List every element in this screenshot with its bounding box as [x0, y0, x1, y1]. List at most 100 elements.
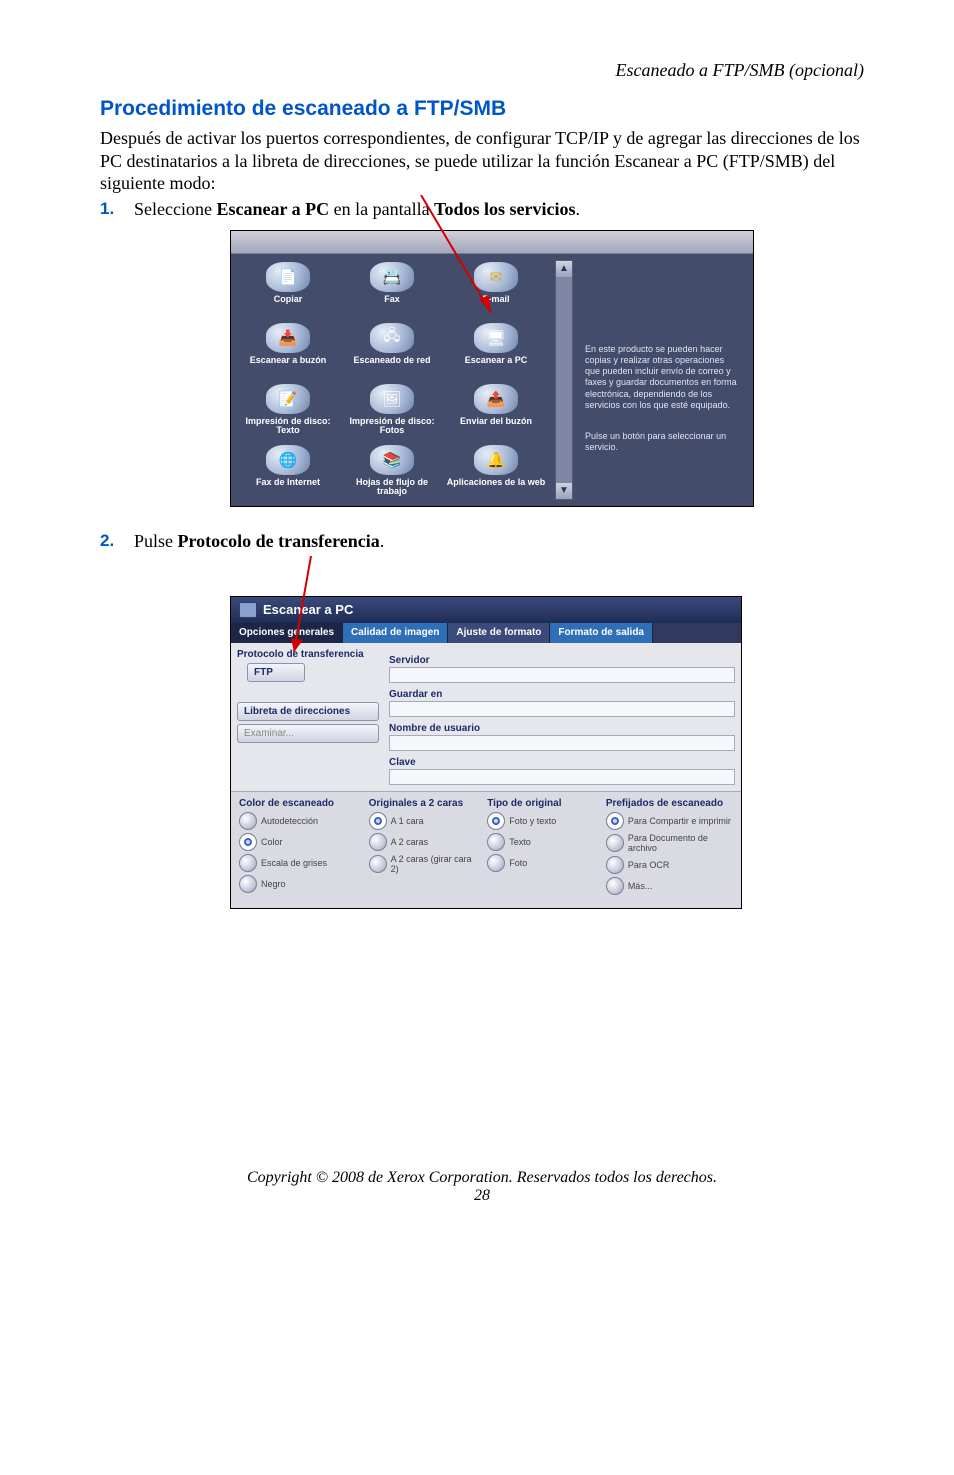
- service-enviar-buzon[interactable]: Enviar del buzón: [445, 382, 547, 439]
- nombre-usuario-input[interactable]: [389, 735, 735, 751]
- step-text: Seleccione Escanear a PC en la pantalla …: [134, 199, 580, 220]
- opt-autodeteccion[interactable]: Autodetección: [239, 812, 361, 830]
- col-header: Color de escaneado: [239, 798, 361, 809]
- field-label: Servidor: [389, 655, 735, 666]
- net-icon: [370, 323, 414, 353]
- section-heading: Procedimiento de escaneado a FTP/SMB: [100, 97, 864, 121]
- opt-compartir[interactable]: Para Compartir e imprimir: [606, 812, 733, 830]
- label: Fax: [341, 295, 443, 315]
- box-icon: [266, 323, 310, 353]
- servidor-input[interactable]: [389, 667, 735, 683]
- window-title: Escanear a PC: [231, 597, 741, 623]
- col-header: Prefijados de escaneado: [606, 798, 733, 809]
- title-text: Escanear a PC: [263, 602, 353, 617]
- label: Aplicaciones de la web: [445, 478, 547, 498]
- step-text: Pulse Protocolo de transferencia.: [134, 531, 384, 552]
- copy-icon: [266, 262, 310, 292]
- txt-bold: Protocolo de transferencia: [178, 531, 380, 551]
- tab-row: Opciones generales Calidad de imagen Aju…: [231, 623, 741, 644]
- label: Fax de Internet: [237, 478, 339, 498]
- txt-bold: Todos los servicios: [434, 199, 575, 219]
- globe-icon: [266, 445, 310, 475]
- label: Hojas de flujo de trabajo: [341, 478, 443, 498]
- tab-opciones-generales[interactable]: Opciones generales: [231, 623, 343, 644]
- guardar-en-input[interactable]: [389, 701, 735, 717]
- scroll-down-icon[interactable]: ▼: [556, 483, 572, 499]
- txt: .: [380, 531, 385, 551]
- opt-1cara[interactable]: A 1 cara: [369, 812, 480, 830]
- info-text: Pulse un botón para seleccionar un servi…: [585, 431, 741, 454]
- examinar-button[interactable]: Examinar...: [237, 724, 379, 743]
- label: Copiar: [237, 295, 339, 315]
- txt: Pulse: [134, 531, 178, 551]
- step-number: 1.: [100, 199, 134, 219]
- label: Escaneado de red: [341, 356, 443, 376]
- service-fax-internet[interactable]: Fax de Internet: [237, 443, 339, 500]
- step-number: 2.: [100, 531, 134, 551]
- web-icon: [474, 445, 518, 475]
- opt-escala-grises[interactable]: Escala de grises: [239, 854, 361, 872]
- label: Escanear a buzón: [237, 356, 339, 376]
- pc-icon: [474, 323, 518, 353]
- step-2: 2. Pulse Protocolo de transferencia.: [100, 531, 864, 552]
- libreta-direcciones-button[interactable]: Libreta de direcciones: [237, 702, 379, 721]
- opt-documento-archivo[interactable]: Para Documento de archivo: [606, 833, 733, 853]
- col-header: Originales a 2 caras: [369, 798, 480, 809]
- figure-all-services: Copiar Fax E-mail Escanear a buzón Escan…: [230, 230, 754, 507]
- service-hojas-flujo[interactable]: Hojas de flujo de trabajo: [341, 443, 443, 500]
- flow-icon: [370, 445, 414, 475]
- txt-bold: Escanear a PC: [216, 199, 329, 219]
- label: Escanear a PC: [445, 356, 547, 376]
- text-icon: [266, 384, 310, 414]
- service-escanear-pc[interactable]: Escanear a PC: [445, 321, 547, 378]
- field-label: Guardar en: [389, 689, 735, 700]
- opt-2caras[interactable]: A 2 caras: [369, 833, 480, 851]
- label: Impresión de disco: Fotos: [341, 417, 443, 437]
- service-escanear-buzon[interactable]: Escanear a buzón: [237, 321, 339, 378]
- col-header: Tipo de original: [487, 798, 598, 809]
- scan-pc-icon: [239, 602, 257, 618]
- label: Impresión de disco: Texto: [237, 417, 339, 437]
- txt: en la pantalla: [329, 199, 434, 219]
- opt-foto[interactable]: Foto: [487, 854, 598, 872]
- intro-paragraph: Después de activar los puertos correspon…: [100, 127, 864, 195]
- label: Enviar del buzón: [445, 417, 547, 437]
- service-fax[interactable]: Fax: [341, 260, 443, 317]
- info-pane: En este producto se pueden hacer copias …: [581, 260, 745, 500]
- info-text: En este producto se pueden hacer copias …: [585, 344, 741, 412]
- opt-foto-texto[interactable]: Foto y texto: [487, 812, 598, 830]
- opt-ocr[interactable]: Para OCR: [606, 856, 733, 874]
- ftp-button[interactable]: FTP: [247, 663, 305, 682]
- service-impr-texto[interactable]: Impresión de disco: Texto: [237, 382, 339, 439]
- tab-calidad-imagen[interactable]: Calidad de imagen: [343, 623, 448, 644]
- service-impr-fotos[interactable]: Impresión de disco: Fotos: [341, 382, 443, 439]
- scroll-up-icon[interactable]: ▲: [556, 261, 572, 277]
- running-head: Escaneado a FTP/SMB (opcional): [100, 60, 864, 81]
- field-label: Clave: [389, 757, 735, 768]
- tab-formato-salida[interactable]: Formato de salida: [550, 623, 653, 644]
- photo-icon: [370, 384, 414, 414]
- service-escaneado-red[interactable]: Escaneado de red: [341, 321, 443, 378]
- txt: Seleccione: [134, 199, 216, 219]
- mail-icon: [474, 262, 518, 292]
- service-email[interactable]: E-mail: [445, 260, 547, 317]
- protocolo-label: Protocolo de transferencia: [237, 649, 379, 660]
- opt-color[interactable]: Color: [239, 833, 361, 851]
- opt-negro[interactable]: Negro: [239, 875, 361, 893]
- opt-texto[interactable]: Texto: [487, 833, 598, 851]
- service-app-web[interactable]: Aplicaciones de la web: [445, 443, 547, 500]
- scrollbar[interactable]: ▲ ▼: [555, 260, 573, 500]
- label: E-mail: [445, 295, 547, 315]
- page-number: 28: [100, 1187, 864, 1205]
- opt-2caras-girar[interactable]: A 2 caras (girar cara 2): [369, 854, 480, 874]
- fax-icon: [370, 262, 414, 292]
- footer-copyright: Copyright © 2008 de Xerox Corporation. R…: [100, 1169, 864, 1187]
- opt-mas[interactable]: Más...: [606, 877, 733, 895]
- tab-ajuste-formato[interactable]: Ajuste de formato: [448, 623, 550, 644]
- step-1: 1. Seleccione Escanear a PC en la pantal…: [100, 199, 864, 220]
- send-icon: [474, 384, 518, 414]
- service-copiar[interactable]: Copiar: [237, 260, 339, 317]
- clave-input[interactable]: [389, 769, 735, 785]
- txt: .: [575, 199, 580, 219]
- field-label: Nombre de usuario: [389, 723, 735, 734]
